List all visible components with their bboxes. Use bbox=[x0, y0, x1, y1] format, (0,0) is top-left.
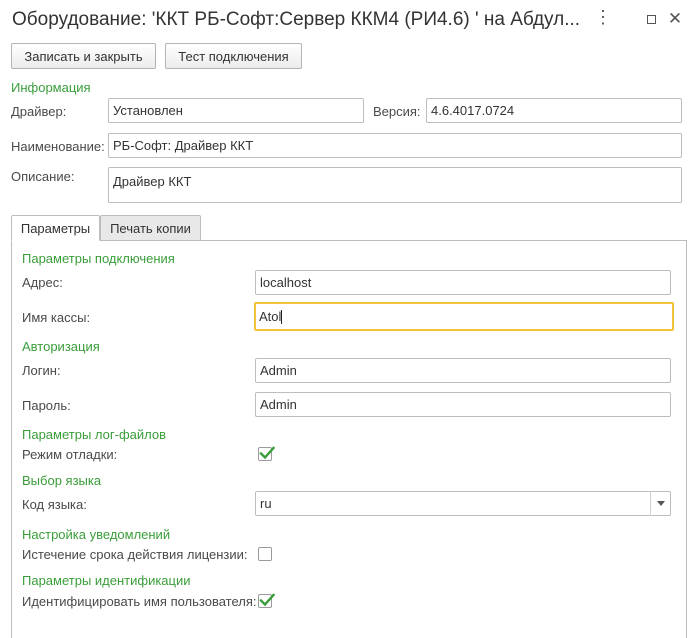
auth-section-title: Авторизация bbox=[22, 339, 100, 354]
test-connection-button[interactable]: Тест подключения bbox=[165, 43, 302, 69]
ident-section-title: Параметры идентификации bbox=[22, 573, 191, 588]
driver-label: Драйвер: bbox=[11, 104, 67, 119]
debug-mode-checkbox[interactable] bbox=[258, 446, 276, 461]
window-title: Оборудование: 'ККТ РБ-Софт:Сервер ККМ4 (… bbox=[12, 9, 581, 30]
cashbox-input-value: Atol bbox=[259, 309, 282, 324]
log-section-title: Параметры лог-файлов bbox=[22, 427, 166, 442]
text-caret bbox=[281, 309, 283, 324]
checkmark-icon bbox=[259, 593, 276, 607]
dropdown-arrow-icon[interactable] bbox=[650, 491, 670, 516]
close-icon[interactable]: ✕ bbox=[664, 8, 686, 30]
more-menu-icon[interactable]: ⋮ bbox=[592, 6, 614, 28]
license-expiry-checkbox[interactable] bbox=[258, 547, 272, 561]
connection-section-title: Параметры подключения bbox=[22, 251, 175, 266]
description-label: Описание: bbox=[11, 169, 75, 184]
password-input[interactable]: Admin bbox=[255, 392, 671, 417]
checkmark-icon bbox=[259, 446, 276, 460]
cashbox-label: Имя кассы: bbox=[22, 310, 91, 325]
ident-user-checkbox[interactable] bbox=[258, 593, 276, 608]
password-label: Пароль: bbox=[22, 398, 71, 413]
name-field[interactable]: РБ-Софт: Драйвер ККТ bbox=[108, 133, 682, 158]
language-code-select[interactable]: ru bbox=[255, 491, 671, 516]
cashbox-input[interactable]: Atol bbox=[254, 302, 674, 331]
language-code-label: Код языка: bbox=[22, 497, 87, 512]
language-code-value: ru bbox=[260, 496, 272, 511]
maximize-icon[interactable] bbox=[640, 8, 662, 30]
version-label: Версия: bbox=[373, 104, 421, 119]
address-label: Адрес: bbox=[22, 275, 63, 290]
save-and-close-button[interactable]: Записать и закрыть bbox=[11, 43, 156, 69]
name-label: Наименование: bbox=[11, 139, 105, 154]
driver-field[interactable]: Установлен bbox=[108, 98, 364, 123]
debug-mode-label: Режим отладки: bbox=[22, 447, 118, 462]
ident-user-label: Идентифицировать имя пользователя: bbox=[22, 594, 257, 609]
address-input[interactable]: localhost bbox=[255, 270, 671, 295]
tab-parameters[interactable]: Параметры bbox=[11, 215, 100, 241]
version-field[interactable]: 4.6.4017.0724 bbox=[426, 98, 682, 123]
info-section-title: Информация bbox=[11, 80, 91, 95]
license-expiry-label: Истечение срока действия лицензии: bbox=[22, 547, 248, 562]
login-label: Логин: bbox=[22, 363, 61, 378]
login-input[interactable]: Admin bbox=[255, 358, 671, 383]
notify-section-title: Настройка уведомлений bbox=[22, 527, 171, 542]
language-section-title: Выбор языка bbox=[22, 473, 102, 488]
description-field[interactable]: Драйвер ККТ bbox=[108, 167, 682, 203]
tab-print-copy[interactable]: Печать копии bbox=[100, 215, 201, 241]
